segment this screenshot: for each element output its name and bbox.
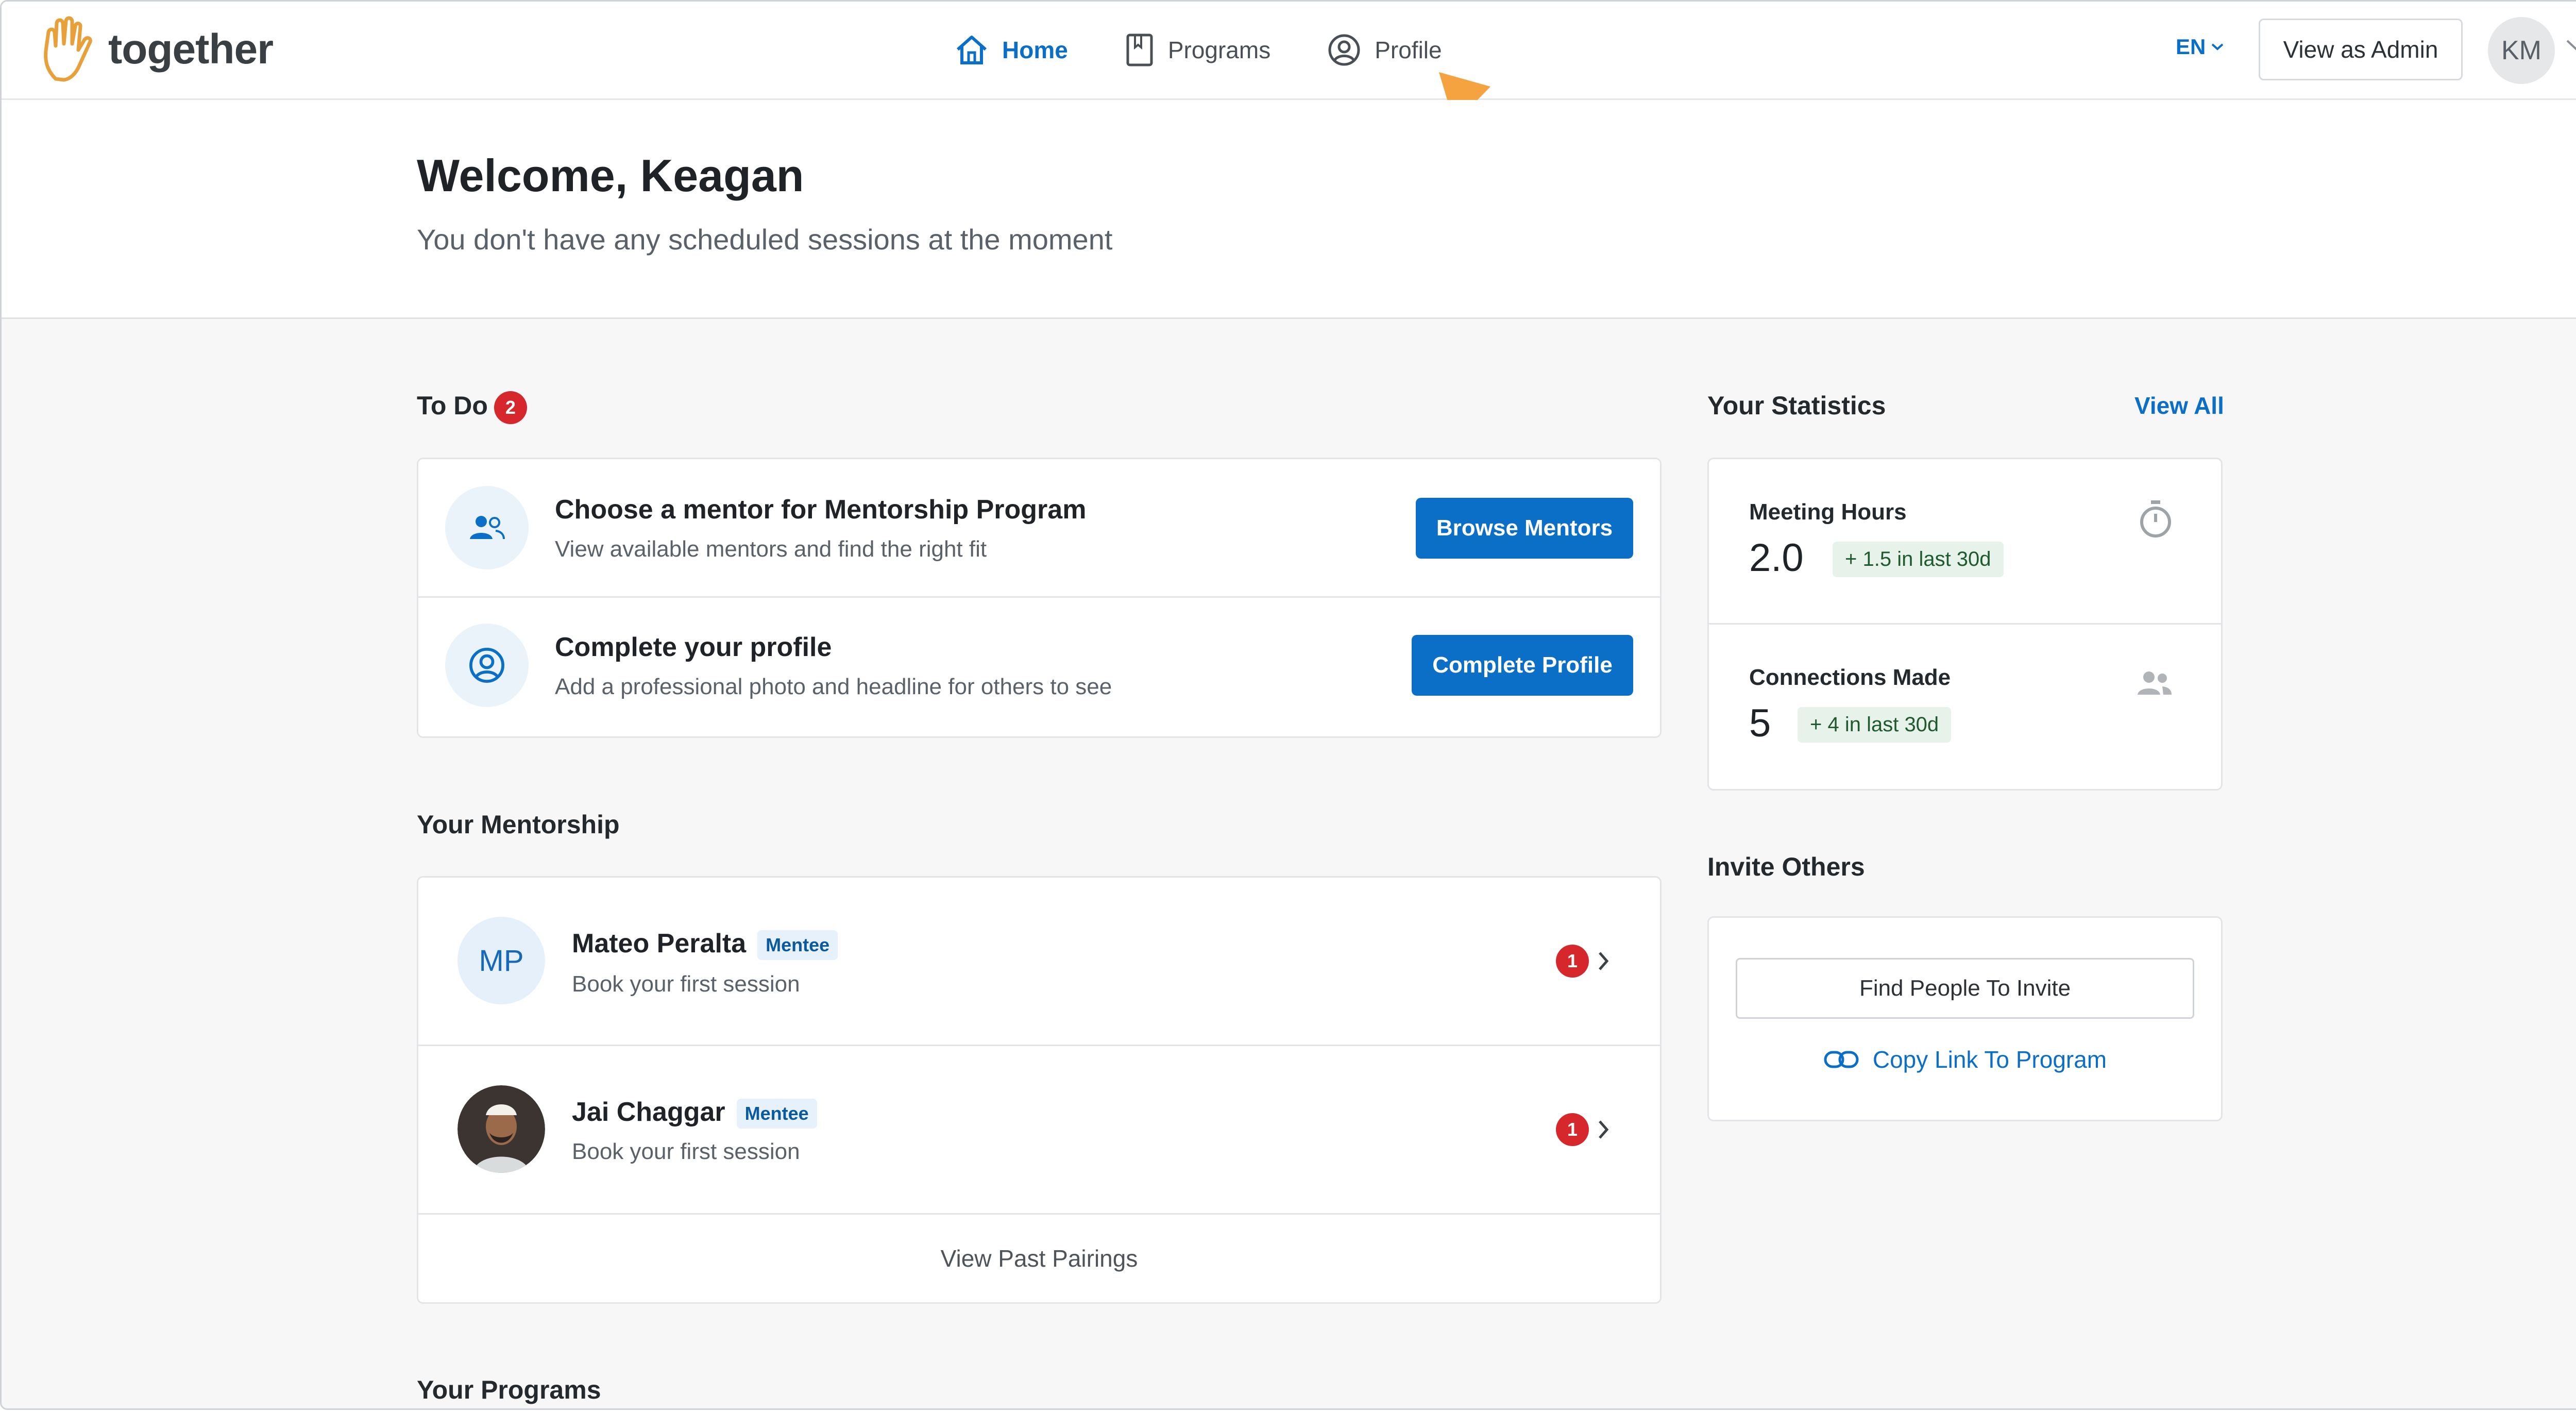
todo-item: Complete your profile Add a professional…	[418, 598, 1660, 735]
welcome-banner: Welcome, Keagan You don't have any sched…	[2, 100, 2576, 319]
stat-label: Meeting Hours	[1749, 499, 1907, 525]
statistics-heading: Your Statistics	[1707, 391, 1886, 420]
pair-name: Jai Chaggar	[572, 1097, 725, 1127]
todo-card: Choose a mentor for Mentorship Program V…	[417, 458, 1662, 738]
nav-home-label: Home	[1002, 37, 1068, 63]
unread-badge: 1	[1556, 945, 1589, 978]
copy-link-label: Copy Link To Program	[1872, 1046, 2107, 1073]
waving-hand-icon	[44, 16, 92, 82]
stat-row: Meeting Hours 2.0 + 1.5 in last 30d	[1709, 459, 2221, 623]
mentorship-card: MP Mateo Peralta Mentee Book your first s…	[417, 876, 1662, 1304]
profile-icon	[1328, 34, 1360, 66]
todo-item-icon	[445, 624, 529, 707]
language-selector[interactable]: EN	[2176, 35, 2224, 59]
pair-status: Book your first session	[572, 1139, 800, 1164]
todo-item: Choose a mentor for Mentorship Program V…	[418, 459, 1660, 596]
stat-row: Connections Made 5 + 4 in last 30d	[1709, 625, 2221, 788]
book-icon	[1126, 33, 1153, 66]
role-tag: Mentee	[736, 1099, 817, 1129]
brand-logo[interactable]: together	[40, 16, 274, 83]
stopwatch-icon	[2140, 500, 2171, 537]
nav-programs-label: Programs	[1167, 37, 1271, 63]
todo-count-badge: 2	[494, 391, 527, 424]
people-icon	[470, 516, 505, 540]
nav-home[interactable]: Home	[955, 34, 1068, 66]
todo-item-title: Choose a mentor for Mentorship Program	[555, 495, 1087, 525]
todo-title: To Do	[417, 391, 488, 420]
app-window: together Home Programs Profile EN View a…	[0, 0, 2576, 1410]
avatar: MP	[457, 917, 545, 1004]
avatar	[457, 1085, 545, 1173]
link-icon	[1824, 1051, 1859, 1068]
chevron-down-icon[interactable]	[2565, 38, 2576, 53]
nav-profile[interactable]: Profile	[1327, 33, 1442, 67]
chevron-right-icon	[1599, 952, 1609, 970]
programs-heading: Your Programs	[417, 1375, 601, 1404]
top-navigation-bar: together Home Programs Profile EN View a…	[2, 2, 2576, 100]
invite-card: Find People To Invite Copy Link To Progr…	[1707, 916, 2223, 1121]
todo-item-title: Complete your profile	[555, 632, 832, 662]
nav-programs[interactable]: Programs	[1125, 33, 1270, 67]
view-all-link[interactable]: View All	[2134, 392, 2224, 419]
divider	[418, 1213, 1660, 1215]
browse-mentors-button[interactable]: Browse Mentors	[1416, 498, 1633, 559]
todo-item-icon	[445, 486, 529, 569]
view-past-pairings-link[interactable]: View Past Pairings	[418, 1245, 1660, 1272]
pair-name: Mateo Peralta	[572, 929, 747, 959]
stat-value: 2.0	[1749, 536, 1804, 580]
home-icon	[957, 36, 987, 64]
find-people-button[interactable]: Find People To Invite	[1736, 958, 2194, 1019]
pair-name-line: Mateo Peralta Mentee	[572, 928, 838, 961]
mentorship-heading: Your Mentorship	[417, 810, 620, 839]
nav-profile-label: Profile	[1375, 37, 1442, 63]
profile-icon	[469, 648, 504, 683]
welcome-subtitle: You don't have any scheduled sessions at…	[417, 223, 1113, 256]
stat-value: 5	[1749, 701, 1771, 745]
brand-name: together	[108, 26, 274, 73]
main-nav: Home Programs Profile	[955, 2, 1442, 98]
mentorship-pair-row[interactable]: MP Mateo Peralta Mentee Book your first s…	[418, 878, 1660, 1045]
chevron-down-icon	[2212, 43, 2224, 51]
statistics-card: Meeting Hours 2.0 + 1.5 in last 30d Conn…	[1707, 458, 2223, 791]
role-tag: Mentee	[757, 930, 838, 961]
language-label: EN	[2176, 35, 2206, 59]
people-icon	[2138, 671, 2172, 695]
todo-item-subtitle: View available mentors and find the righ…	[555, 536, 987, 562]
page-title: Welcome, Keagan	[417, 150, 804, 201]
complete-profile-button[interactable]: Complete Profile	[1412, 635, 1633, 696]
unread-badge: 1	[1556, 1113, 1589, 1146]
invite-heading: Invite Others	[1707, 852, 1865, 881]
stat-label: Connections Made	[1749, 665, 1951, 690]
mentorship-pair-row[interactable]: Jai Chaggar Mentee Book your first sessio…	[418, 1046, 1660, 1213]
view-as-admin-button[interactable]: View as Admin	[2259, 19, 2463, 80]
stat-delta: + 1.5 in last 30d	[1833, 542, 2004, 577]
stat-delta: + 4 in last 30d	[1798, 707, 1952, 743]
user-avatar[interactable]: KM	[2488, 17, 2555, 84]
todo-heading: To Do 2	[417, 391, 527, 424]
chevron-right-icon	[1599, 1120, 1609, 1139]
pair-name-line: Jai Chaggar Mentee	[572, 1097, 817, 1129]
pair-status: Book your first session	[572, 971, 800, 997]
todo-item-subtitle: Add a professional photo and headline fo…	[555, 674, 1112, 699]
copy-link-button[interactable]: Copy Link To Program	[1709, 1046, 2221, 1073]
